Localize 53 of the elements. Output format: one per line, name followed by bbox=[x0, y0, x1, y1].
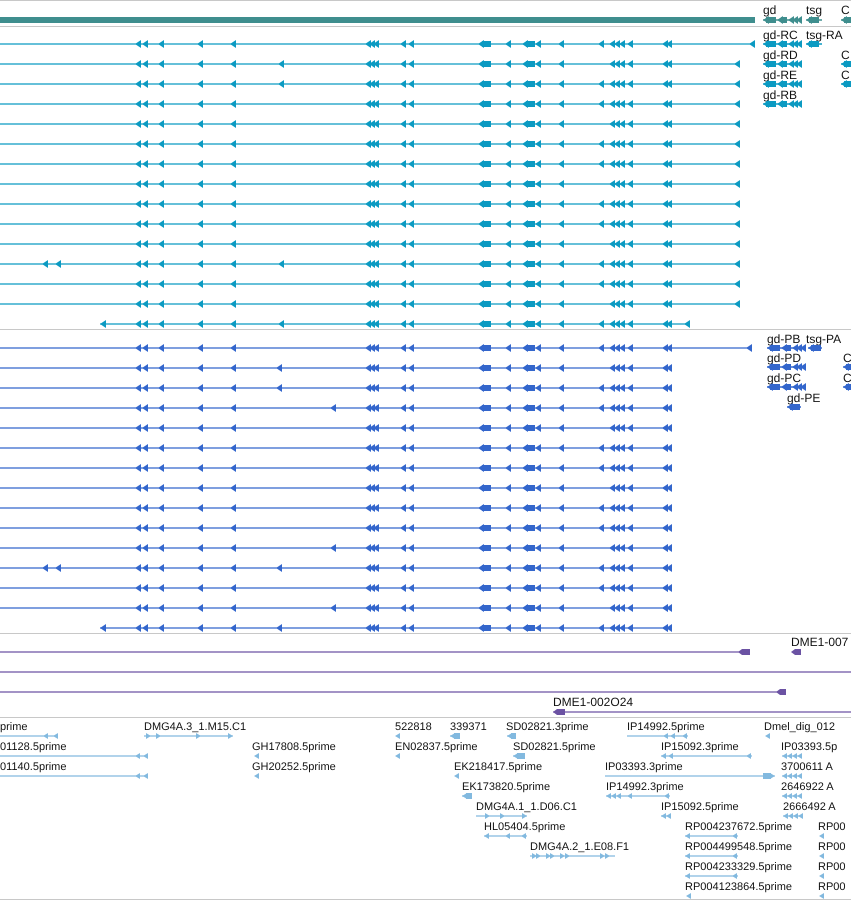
feature-label: 339371 bbox=[450, 721, 487, 733]
feature-label: gd-RE bbox=[763, 68, 798, 82]
feature-label: IP15092.5prime bbox=[661, 801, 739, 813]
feature-label: RP00 bbox=[818, 821, 846, 833]
feature-label: RP004233329.5prime bbox=[685, 861, 792, 873]
feature-label: C bbox=[841, 3, 850, 17]
feature-label: 522818 bbox=[395, 721, 432, 733]
feature-label: IP03393.3prime bbox=[605, 761, 683, 773]
feature-label: gd-PB bbox=[767, 332, 800, 346]
feature-label: gd-RC bbox=[763, 28, 798, 42]
feature-label: tsg bbox=[806, 3, 822, 17]
feature-label: RP00 bbox=[818, 861, 846, 873]
feature-label: gd bbox=[763, 3, 776, 17]
feature-label: 2666492 A bbox=[783, 801, 836, 813]
feature-label: gd-RB bbox=[763, 88, 798, 102]
feature-label: DMG4A.1_1.D06.C1 bbox=[476, 801, 577, 813]
feature-label: SD02821.5prime bbox=[513, 741, 596, 753]
feature-label: C bbox=[843, 351, 851, 365]
feature-label: gd-PD bbox=[767, 351, 802, 365]
feature-label: 01128.5prime bbox=[0, 741, 66, 753]
feature-label: DMG4A.2_1.E08.F1 bbox=[530, 841, 630, 853]
feature-label: tsg-PA bbox=[806, 332, 842, 346]
feature-label: DME1-002O24 bbox=[553, 695, 634, 709]
feature-label: C bbox=[841, 48, 850, 62]
feature-label: C bbox=[841, 68, 850, 82]
feature-label: DME1-007 bbox=[791, 635, 848, 649]
feature-label: SD02821.3prime bbox=[506, 721, 589, 733]
feature-label: RP00 bbox=[818, 881, 846, 893]
feature-label: EK173820.5prime bbox=[462, 781, 550, 793]
feature-label: gd-RD bbox=[763, 48, 798, 62]
feature-label: EK218417.5prime bbox=[454, 761, 542, 773]
feature-label: GH20252.5prime bbox=[252, 761, 336, 773]
feature-label: C bbox=[843, 371, 851, 385]
feature-label: EN02837.5prime bbox=[395, 741, 478, 753]
feature-label: IP14992.3prime bbox=[606, 781, 684, 793]
feature-label: GH17808.5prime bbox=[252, 741, 336, 753]
feature-label: IP03393.5p bbox=[781, 741, 838, 753]
feature-label: RP004237672.5prime bbox=[685, 821, 792, 833]
feature-label: RP00 bbox=[818, 841, 846, 853]
feature-label: 01140.5prime bbox=[0, 761, 66, 773]
feature-label: IP15092.3prime bbox=[661, 741, 739, 753]
feature-label: prime bbox=[0, 721, 28, 733]
feature-label: Dmel_dig_012 bbox=[764, 721, 835, 733]
feature-label: IP14992.5prime bbox=[627, 721, 705, 733]
feature-label: 3700611 A bbox=[781, 761, 833, 773]
feature-label: gd-PE bbox=[787, 391, 820, 405]
feature-label: RP004123864.5prime bbox=[685, 881, 792, 893]
feature-label: DMG4A.3_1.M15.C1 bbox=[144, 721, 246, 733]
feature-label: tsg-RA bbox=[806, 28, 843, 42]
feature-label: 2646922 A bbox=[781, 781, 834, 793]
feature-label: gd-PC bbox=[767, 371, 802, 385]
feature-label: RP004499548.5prime bbox=[685, 841, 792, 853]
feature-label: HL05404.5prime bbox=[484, 821, 566, 833]
